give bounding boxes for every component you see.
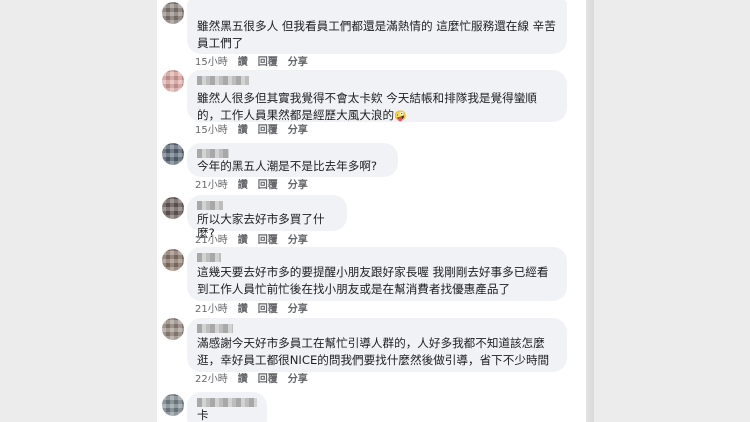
share-button[interactable]: 分享 [288,234,308,248]
comment-text: 這幾天要去好市多的要提醒小朋友跟好家長喔 我剛剛去好事多已經看到工作人員忙前忙後… [197,265,549,296]
share-button[interactable]: 分享 [288,373,308,387]
like-button[interactable]: 讚 [238,179,248,193]
reply-button[interactable]: 回覆 [258,124,278,138]
commenter-name[interactable] [197,201,223,210]
comment-bubble: 卡 [187,392,267,422]
reply-button[interactable]: 回覆 [258,303,278,317]
reply-button[interactable]: 回覆 [258,373,278,387]
like-button[interactable]: 讚 [238,124,248,138]
comment-actions: 15小時 讚 回覆 分享 [195,56,308,70]
comment-time[interactable]: 21小時 [195,234,228,248]
comment-bubble: 今年的黑五人潮是不是比去年多啊? [187,143,398,177]
comment-text: 雖然人很多但其實我覺得不會太卡欸 今天結帳和排隊我是覺得蠻順的，工作人員果然都是… [197,91,537,122]
comments-panel: 雖然黑五很多人 但我看員工們都還是滿熱情的 這麼忙服務還在線 辛苦員工們了 15… [157,0,594,422]
commenter-name[interactable] [197,398,257,407]
comment-time[interactable]: 15小時 [195,56,228,70]
comment-actions: 21小時 讚 回覆 分享 [195,234,308,248]
avatar[interactable] [162,70,184,92]
reply-button[interactable]: 回覆 [258,179,278,193]
emoji-icon: 🤪 [394,111,407,122]
like-button[interactable]: 讚 [238,373,248,387]
comment-bubble: 雖然人很多但其實我覺得不會太卡欸 今天結帳和排隊我是覺得蠻順的，工作人員果然都是… [187,70,567,122]
like-button[interactable]: 讚 [238,303,248,317]
share-button[interactable]: 分享 [288,303,308,317]
comment-time[interactable]: 15小時 [195,124,228,138]
comment-text: 卡 [197,408,209,422]
avatar[interactable] [162,249,184,271]
like-button[interactable]: 讚 [238,234,248,248]
comment-bubble: 雖然黑五很多人 但我看員工們都還是滿熱情的 這麼忙服務還在線 辛苦員工們了 [187,0,567,54]
comment-time[interactable]: 21小時 [195,179,228,193]
reply-button[interactable]: 回覆 [258,56,278,70]
commenter-name[interactable] [197,324,233,333]
comment-actions: 15小時 讚 回覆 分享 [195,124,308,138]
like-button[interactable]: 讚 [238,56,248,70]
comment-time[interactable]: 22小時 [195,373,228,387]
share-button[interactable]: 分享 [288,56,308,70]
comment-bubble: 所以大家去好市多買了什麼? [187,195,347,240]
comment-actions: 21小時 讚 回覆 分享 [195,179,308,193]
comment-bubble: 這幾天要去好市多的要提醒小朋友跟好家長喔 我剛剛去好事多已經看到工作人員忙前忙後… [187,247,567,301]
avatar[interactable] [162,143,184,165]
commenter-name[interactable] [197,253,221,262]
avatar[interactable] [162,197,184,219]
commenter-name[interactable] [197,76,249,85]
avatar[interactable] [162,318,184,340]
share-button[interactable]: 分享 [288,124,308,138]
comment-text: 今年的黑五人潮是不是比去年多啊? [197,159,378,173]
avatar[interactable] [162,394,184,416]
comment-text: 雖然黑五很多人 但我看員工們都還是滿熱情的 這麼忙服務還在線 辛苦員工們了 [197,19,556,50]
comment-bubble: 滿感謝今天好市多員工在幫忙引導人群的，人好多我都不知道該怎麼逛，幸好員工都很NI… [187,318,567,372]
avatar[interactable] [162,2,184,24]
panel-edge-shadow [586,0,594,422]
share-button[interactable]: 分享 [288,179,308,193]
reply-button[interactable]: 回覆 [258,234,278,248]
comment-time[interactable]: 21小時 [195,303,228,317]
comment-actions: 22小時 讚 回覆 分享 [195,373,308,387]
comment-actions: 21小時 讚 回覆 分享 [195,303,308,317]
commenter-name[interactable] [197,149,229,158]
comment-text: 滿感謝今天好市多員工在幫忙引導人群的，人好多我都不知道該怎麼逛，幸好員工都很NI… [197,336,550,367]
